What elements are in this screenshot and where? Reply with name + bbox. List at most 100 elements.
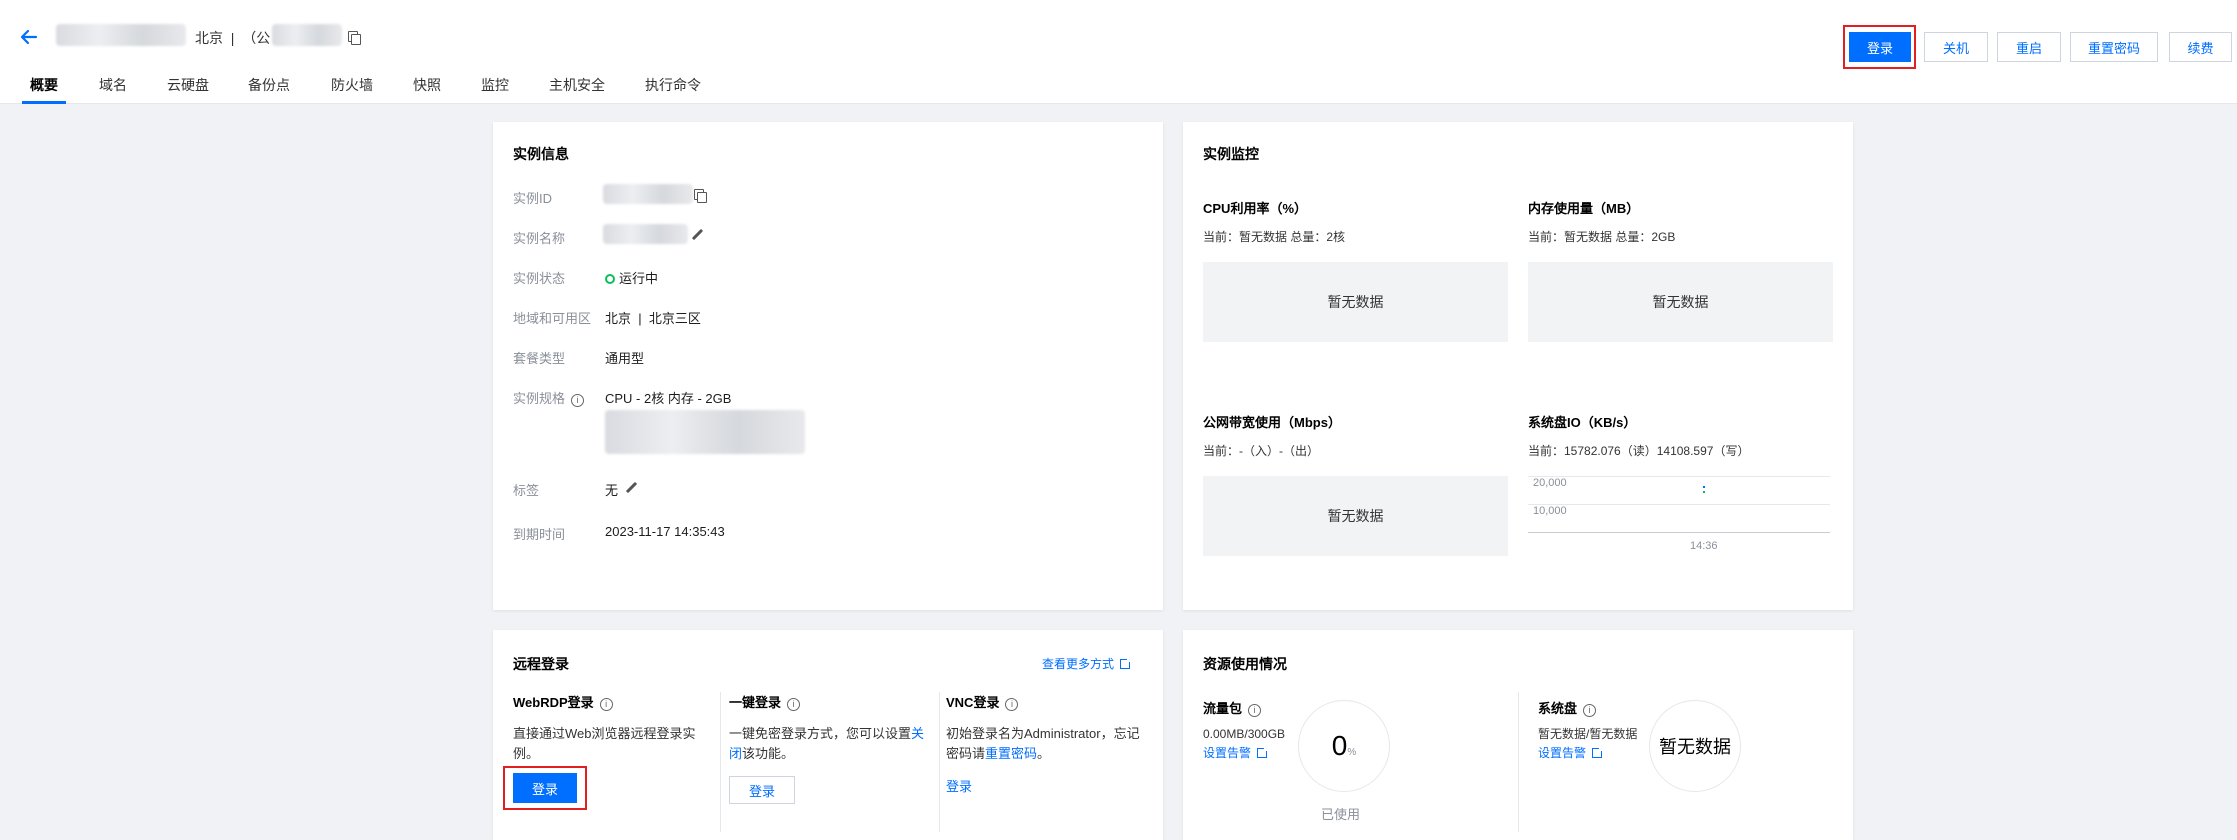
- disk-io-title: 系统盘IO（KB/s）: [1528, 415, 1637, 430]
- label-plan: 套餐类型: [513, 351, 566, 366]
- info-icon[interactable]: i: [1583, 704, 1597, 717]
- card-title: 实例信息: [513, 146, 569, 162]
- external-link-icon: [1120, 657, 1133, 669]
- tab-cloud-disk[interactable]: 云硬盘: [167, 76, 209, 104]
- card-title: 资源使用情况: [1203, 656, 1287, 672]
- label-expire: 到期时间: [513, 527, 566, 542]
- memory-title: 内存使用量（MB）: [1528, 201, 1640, 216]
- memory-current: 当前：暂无数据 总量：2GB: [1528, 230, 1676, 244]
- cpu-chart-empty: 暂无数据: [1203, 262, 1508, 342]
- spec-value: CPU - 2核 内存 - 2GB: [605, 391, 732, 406]
- copy-icon[interactable]: [693, 188, 707, 203]
- renew-button[interactable]: 续费: [2169, 32, 2232, 62]
- tags-value: 无: [605, 483, 619, 498]
- region-value: 北京 | 北京三区: [605, 311, 701, 326]
- reset-password-button[interactable]: 重置密码: [2070, 32, 2158, 62]
- label-instance-name: 实例名称: [513, 231, 566, 246]
- tab-monitor[interactable]: 监控: [481, 76, 509, 104]
- label-region: 地域和可用区: [513, 311, 592, 326]
- edit-icon[interactable]: [691, 229, 703, 241]
- restart-button[interactable]: 重启: [1997, 32, 2061, 62]
- traffic-usage-ring: 0%: [1298, 700, 1390, 792]
- webrdp-desc: 直接通过Web浏览器远程登录实例。: [513, 726, 696, 761]
- y-tick-label: 10,000: [1533, 505, 1567, 517]
- grid-line: [1528, 504, 1830, 505]
- more-methods-link[interactable]: 查看更多方式: [1042, 655, 1133, 672]
- edit-icon[interactable]: [625, 482, 637, 494]
- vnc-login-link[interactable]: 登录: [946, 776, 972, 795]
- onekey-desc: 一键免密登录方式，您可以设置关闭该功能。: [729, 726, 925, 761]
- webrdp-login-button[interactable]: 登录: [513, 773, 577, 803]
- ring-caption: 已使用: [1321, 807, 1361, 822]
- data-point: [1703, 486, 1705, 488]
- divider: [1518, 692, 1519, 832]
- onekey-title: 一键登录 i: [729, 692, 801, 711]
- y-tick-label: 20,000: [1533, 477, 1567, 489]
- ring-value: 0: [1331, 730, 1348, 761]
- plan-value: 通用型: [605, 351, 645, 366]
- tab-overview[interactable]: 概要: [22, 76, 66, 104]
- instance-name-redacted: [56, 24, 186, 46]
- card-title: 实例监控: [1203, 146, 1259, 162]
- tab-domain[interactable]: 域名: [99, 76, 127, 104]
- grid-line: [1528, 476, 1830, 477]
- divider: [720, 692, 721, 832]
- remote-login-card: 远程登录 查看更多方式 WebRDP登录 i 直接通过Web浏览器远程登录实例。 …: [493, 630, 1163, 840]
- copy-icon[interactable]: [347, 30, 361, 45]
- reset-password-link[interactable]: 重置密码: [985, 746, 1037, 761]
- tab-snapshot[interactable]: 快照: [413, 76, 441, 104]
- system-disk-title: 系统盘 i: [1538, 698, 1597, 717]
- login-button[interactable]: 登录: [1849, 32, 1911, 62]
- info-icon[interactable]: i: [571, 394, 585, 407]
- bandwidth-current: 当前：-（入）-（出）: [1203, 444, 1319, 458]
- tab-firewall[interactable]: 防火墙: [331, 76, 373, 104]
- info-icon[interactable]: i: [1005, 698, 1019, 711]
- traffic-title: 流量包 i: [1203, 698, 1262, 717]
- back-arrow-icon[interactable]: [18, 26, 40, 48]
- onekey-login-button[interactable]: 登录: [729, 776, 795, 804]
- instance-id-redacted: [603, 184, 693, 204]
- cpu-title: CPU利用率（%）: [1203, 201, 1308, 216]
- vnc-title: VNC登录 i: [946, 692, 1019, 711]
- card-title: 远程登录: [513, 656, 569, 672]
- disk-io-current: 当前：15782.076（读）14108.597（写）: [1528, 444, 1750, 458]
- tab-run-command[interactable]: 执行命令: [645, 76, 701, 104]
- instance-ip-redacted: [272, 24, 342, 46]
- tab-backup[interactable]: 备份点: [248, 76, 290, 104]
- tab-host-security[interactable]: 主机安全: [549, 76, 605, 104]
- label-tags: 标签: [513, 483, 540, 498]
- label-spec: 实例规格 i: [513, 388, 585, 407]
- ring-unit: %: [1347, 746, 1357, 758]
- running-status-icon: [605, 274, 615, 284]
- status-value: 运行中: [605, 268, 658, 287]
- instance-monitor-card: 实例监控 CPU利用率（%） 当前：暂无数据 总量：2核 暂无数据 内存使用量（…: [1183, 122, 1853, 610]
- traffic-alert-link[interactable]: 设置告警: [1203, 744, 1270, 761]
- cpu-current: 当前：暂无数据 总量：2核: [1203, 230, 1346, 244]
- system-disk-value: 暂无数据/暂无数据: [1538, 727, 1638, 741]
- data-point: [1703, 491, 1705, 493]
- info-icon[interactable]: i: [1248, 704, 1262, 717]
- info-icon[interactable]: i: [599, 698, 613, 711]
- disk-alert-link[interactable]: 设置告警: [1538, 744, 1605, 761]
- bandwidth-title: 公网带宽使用（Mbps）: [1203, 415, 1341, 430]
- bandwidth-chart-empty: 暂无数据: [1203, 476, 1508, 556]
- ring-text: 暂无数据: [1659, 737, 1731, 757]
- shutdown-button[interactable]: 关机: [1924, 32, 1988, 62]
- instance-name-value-redacted: [603, 224, 688, 244]
- memory-chart-empty: 暂无数据: [1528, 262, 1833, 342]
- expire-value: 2023-11-17 14:35:43: [605, 524, 725, 539]
- label-instance-id: 实例ID: [513, 191, 553, 206]
- external-link-icon: [1257, 746, 1270, 758]
- divider: [939, 692, 940, 832]
- spec-details-redacted: [605, 410, 805, 454]
- top-bar: 北京 | （公 概要 域名 云硬盘 备份点 防火墙 快照 监控 主机安全 执行命…: [0, 0, 2237, 104]
- vnc-desc: 初始登录名为Administrator，忘记密码请重置密码。: [946, 726, 1140, 761]
- external-link-icon: [1592, 746, 1605, 758]
- info-icon[interactable]: i: [787, 698, 801, 711]
- webrdp-title: WebRDP登录 i: [513, 692, 613, 711]
- label-instance-status: 实例状态: [513, 271, 566, 286]
- x-axis-line: [1528, 532, 1830, 533]
- x-tick-label: 14:36: [1690, 540, 1718, 552]
- header-instance-title: 北京 | （公: [195, 30, 271, 46]
- disk-usage-ring: 暂无数据: [1649, 700, 1741, 792]
